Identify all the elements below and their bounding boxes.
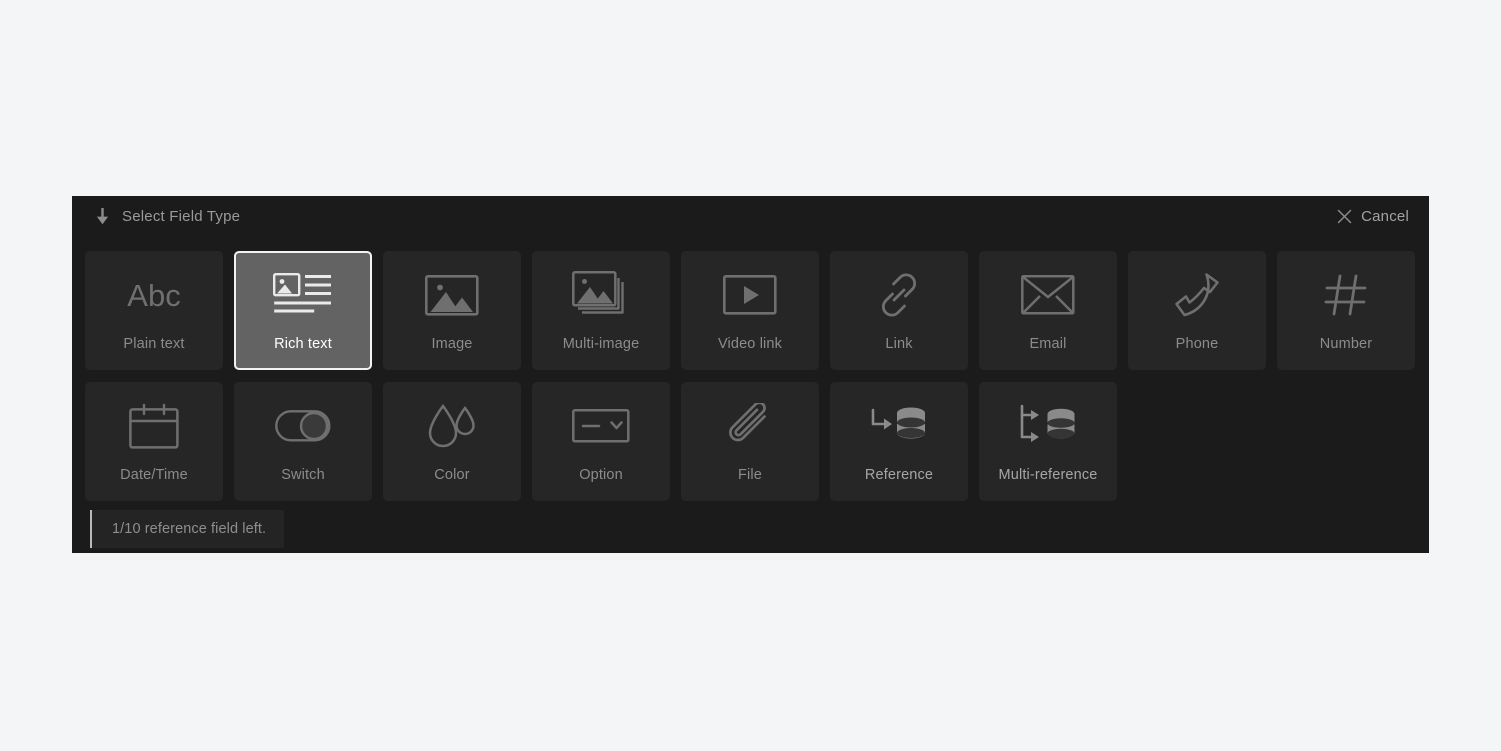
field-type-label: Multi-image	[562, 336, 640, 352]
email-icon	[981, 253, 1115, 336]
field-type-tile-image[interactable]: Image	[383, 251, 521, 370]
calendar-icon	[87, 384, 221, 467]
cancel-button[interactable]: Cancel	[1333, 205, 1413, 228]
panel-header: Select Field Type Cancel	[72, 196, 1429, 237]
field-type-tile-plain-text[interactable]: Abc Plain text	[85, 251, 223, 370]
field-type-label: Email	[1029, 336, 1067, 352]
svg-text:Abc: Abc	[127, 278, 180, 313]
video-link-icon	[683, 253, 817, 336]
field-type-tile-date-time[interactable]: Date/Time	[85, 382, 223, 501]
image-icon	[385, 253, 519, 336]
page-title: Select Field Type	[122, 208, 241, 225]
field-type-tile-file[interactable]: File	[681, 382, 819, 501]
multi-image-icon	[534, 253, 668, 336]
field-type-label: Number	[1319, 336, 1373, 352]
field-type-label: Video link	[717, 336, 783, 352]
field-type-tile-link[interactable]: Link	[830, 251, 968, 370]
rich-text-icon	[236, 253, 370, 336]
abc-icon: Abc	[87, 253, 221, 336]
color-drops-icon	[385, 384, 519, 467]
field-type-tile-grid: Abc Plain text Rich text Image Multi-ima…	[85, 251, 1430, 501]
field-type-tile-email[interactable]: Email	[979, 251, 1117, 370]
field-type-label: Option	[579, 467, 623, 483]
multi-reference-icon	[981, 384, 1115, 467]
close-icon	[1337, 209, 1352, 224]
reference-limit-notice: 1/10 reference field left.	[90, 510, 285, 548]
panel-header-left: Select Field Type	[96, 208, 240, 225]
cancel-label: Cancel	[1361, 208, 1409, 225]
field-type-label: Multi-reference	[998, 467, 1098, 483]
field-type-label: Switch	[281, 467, 325, 483]
field-type-tile-number[interactable]: Number	[1277, 251, 1415, 370]
field-type-label: File	[738, 467, 762, 483]
field-type-tile-video-link[interactable]: Video link	[681, 251, 819, 370]
phone-icon	[1130, 253, 1264, 336]
field-type-label: Rich text	[274, 336, 332, 352]
number-icon	[1279, 253, 1413, 336]
field-type-label: Color	[434, 467, 470, 483]
field-type-label: Plain text	[123, 336, 185, 352]
field-type-tile-option[interactable]: Option	[532, 382, 670, 501]
paperclip-icon	[683, 384, 817, 467]
switch-icon	[236, 384, 370, 467]
field-type-tile-phone[interactable]: Phone	[1128, 251, 1266, 370]
field-type-tile-multi-reference[interactable]: Multi-reference	[979, 382, 1117, 501]
field-type-label: Reference	[864, 467, 934, 483]
notice-text: 1/10 reference field left.	[112, 521, 267, 537]
dropdown-icon	[534, 384, 668, 467]
field-type-tile-rich-text[interactable]: Rich text	[234, 251, 372, 370]
link-icon	[832, 253, 966, 336]
field-type-label: Link	[885, 336, 913, 352]
field-type-tile-multi-image[interactable]: Multi-image	[532, 251, 670, 370]
field-type-label: Image	[431, 336, 473, 352]
field-type-label: Phone	[1175, 336, 1219, 352]
field-type-tile-color[interactable]: Color	[383, 382, 521, 501]
field-type-label: Date/Time	[120, 467, 188, 483]
field-type-tile-reference[interactable]: Reference	[830, 382, 968, 501]
arrow-down-icon[interactable]	[96, 208, 109, 225]
reference-icon	[832, 384, 966, 467]
field-type-tile-switch[interactable]: Switch	[234, 382, 372, 501]
